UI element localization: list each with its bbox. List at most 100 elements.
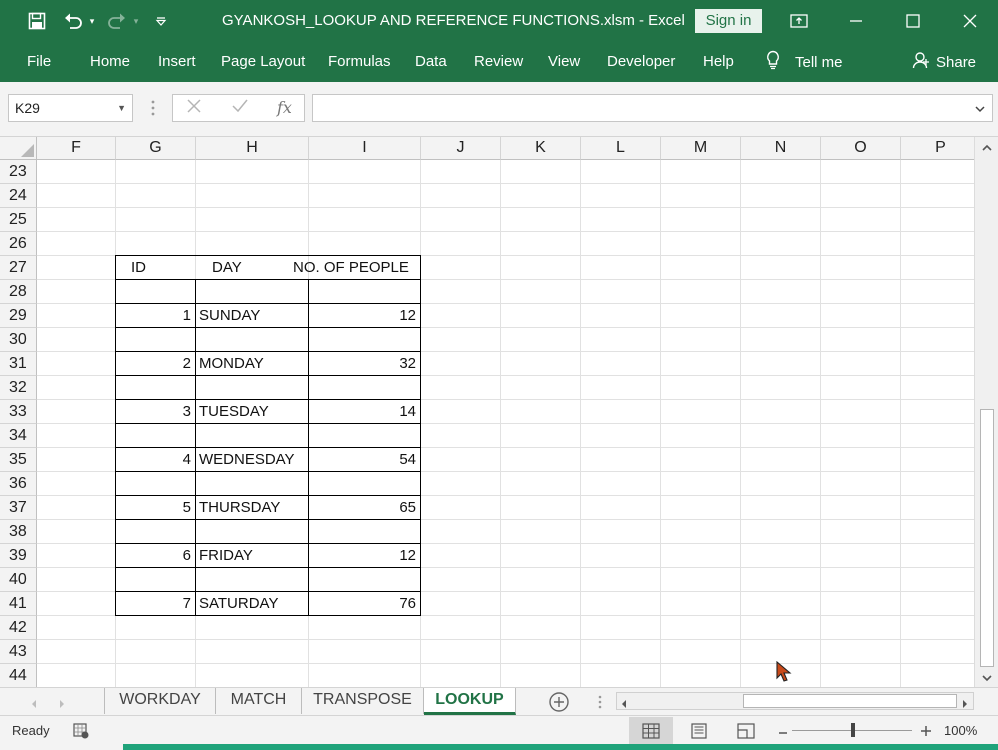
row-header-31[interactable]: 31	[0, 352, 37, 376]
tab-file[interactable]: File	[27, 42, 51, 82]
scroll-down-icon[interactable]	[980, 671, 994, 685]
table-cell-id[interactable]: 1	[116, 304, 195, 328]
row-header-25[interactable]: 25	[0, 208, 37, 232]
formula-bar-grip-icon[interactable]	[150, 98, 156, 118]
row-header-37[interactable]: 37	[0, 496, 37, 520]
row-header-40[interactable]: 40	[0, 568, 37, 592]
zoom-out-icon[interactable]	[778, 725, 788, 741]
table-cell-id[interactable]: 5	[116, 496, 195, 520]
column-header-n[interactable]: N	[741, 137, 821, 160]
normal-view-button[interactable]	[629, 717, 673, 745]
cancel-icon[interactable]	[186, 98, 202, 119]
tab-developer[interactable]: Developer	[607, 42, 675, 82]
tell-me-search[interactable]: Tell me	[765, 42, 843, 82]
ribbon-display-options-icon[interactable]	[776, 0, 822, 42]
tab-insert[interactable]: Insert	[158, 42, 196, 82]
column-header-k[interactable]: K	[501, 137, 581, 160]
row-header-41[interactable]: 41	[0, 592, 37, 616]
formula-input[interactable]	[312, 94, 993, 122]
enter-check-icon[interactable]	[231, 98, 249, 119]
minimize-icon[interactable]	[833, 0, 879, 42]
name-box[interactable]: K29 ▼	[8, 94, 133, 122]
row-header-43[interactable]: 43	[0, 640, 37, 664]
undo-dropdown-icon[interactable]: ▾	[86, 0, 98, 42]
row-header-28[interactable]: 28	[0, 280, 37, 304]
row-header-33[interactable]: 33	[0, 400, 37, 424]
vertical-scrollbar[interactable]	[974, 137, 998, 687]
zoom-in-icon[interactable]	[920, 724, 932, 740]
sheet-tab-match[interactable]: MATCH	[216, 688, 302, 714]
zoom-slider-thumb[interactable]	[851, 723, 855, 737]
next-sheet-icon[interactable]	[58, 696, 66, 712]
row-header-44[interactable]: 44	[0, 664, 37, 687]
zoom-slider[interactable]	[792, 723, 912, 737]
table-cell-id[interactable]: 4	[116, 448, 195, 472]
table-cell-people[interactable]: 12	[309, 544, 420, 568]
row-header-38[interactable]: 38	[0, 520, 37, 544]
redo-icon[interactable]	[104, 0, 130, 42]
table-cell-day[interactable]: SATURDAY	[199, 592, 278, 616]
column-header-o[interactable]: O	[821, 137, 901, 160]
column-header-f[interactable]: F	[37, 137, 116, 160]
tab-review[interactable]: Review	[474, 42, 523, 82]
table-cell-id[interactable]: 3	[116, 400, 195, 424]
zoom-level[interactable]: 100%	[944, 716, 977, 746]
maximize-icon[interactable]	[890, 0, 936, 42]
close-icon[interactable]	[947, 0, 993, 42]
tab-data[interactable]: Data	[415, 42, 447, 82]
table-cell-people[interactable]: 12	[309, 304, 420, 328]
column-header-h[interactable]: H	[196, 137, 309, 160]
table-cell-people[interactable]: 65	[309, 496, 420, 520]
column-header-m[interactable]: M	[661, 137, 741, 160]
tab-help[interactable]: Help	[703, 42, 734, 82]
row-header-32[interactable]: 32	[0, 376, 37, 400]
redo-dropdown-icon[interactable]: ▾	[130, 0, 142, 42]
row-header-23[interactable]: 23	[0, 160, 37, 184]
table-cell-day[interactable]: TUESDAY	[199, 400, 269, 424]
column-header-g[interactable]: G	[116, 137, 196, 160]
scroll-left-icon[interactable]	[620, 696, 628, 712]
table-cell-day[interactable]: WEDNESDAY	[199, 448, 295, 472]
previous-sheet-icon[interactable]	[30, 696, 38, 712]
customize-qat-icon[interactable]	[152, 0, 170, 42]
row-header-29[interactable]: 29	[0, 304, 37, 328]
column-header-i[interactable]: I	[309, 137, 421, 160]
sheet-tab-workday[interactable]: WORKDAY	[105, 688, 216, 714]
sign-in-button[interactable]: Sign in	[695, 9, 762, 33]
worksheet-grid[interactable]: F G H I J K L M N O P 23 24 25 26 27 28 …	[0, 137, 974, 687]
table-cell-id[interactable]: 6	[116, 544, 195, 568]
table-cell-people[interactable]: 54	[309, 448, 420, 472]
table-cell-id[interactable]: 2	[116, 352, 195, 376]
row-header-26[interactable]: 26	[0, 232, 37, 256]
row-header-39[interactable]: 39	[0, 544, 37, 568]
tab-split-grip-icon[interactable]	[597, 694, 603, 713]
horizontal-scrollbar[interactable]	[616, 692, 974, 710]
table-cell-people[interactable]: 32	[309, 352, 420, 376]
column-header-j[interactable]: J	[421, 137, 501, 160]
table-cell-day[interactable]: MONDAY	[199, 352, 264, 376]
horizontal-scroll-thumb[interactable]	[743, 694, 957, 708]
table-cell-day[interactable]: SUNDAY	[199, 304, 260, 328]
row-header-24[interactable]: 24	[0, 184, 37, 208]
table-header-people[interactable]: NO. OF PEOPLE	[293, 256, 409, 280]
vertical-scroll-thumb[interactable]	[980, 409, 994, 667]
share-button[interactable]: Share	[912, 42, 976, 82]
row-header-27[interactable]: 27	[0, 256, 37, 280]
sheet-tab-transpose[interactable]: TRANSPOSE	[302, 688, 424, 714]
table-cell-people[interactable]: 76	[309, 592, 420, 616]
undo-icon[interactable]	[60, 0, 86, 42]
column-header-p[interactable]: P	[901, 137, 974, 160]
tab-formulas[interactable]: Formulas	[328, 42, 391, 82]
tab-home[interactable]: Home	[90, 42, 130, 82]
sheet-tab-lookup[interactable]: LOOKUP	[424, 688, 516, 715]
table-cell-id[interactable]: 7	[116, 592, 195, 616]
macro-recording-icon[interactable]	[73, 723, 89, 742]
table-cell-day[interactable]: THURSDAY	[199, 496, 280, 520]
tab-view[interactable]: View	[548, 42, 580, 82]
table-header-id[interactable]: ID	[131, 256, 146, 280]
column-header-l[interactable]: L	[581, 137, 661, 160]
table-cell-day[interactable]: FRIDAY	[199, 544, 253, 568]
row-header-42[interactable]: 42	[0, 616, 37, 640]
tab-page-layout[interactable]: Page Layout	[221, 42, 305, 82]
page-layout-view-button[interactable]	[677, 717, 721, 745]
